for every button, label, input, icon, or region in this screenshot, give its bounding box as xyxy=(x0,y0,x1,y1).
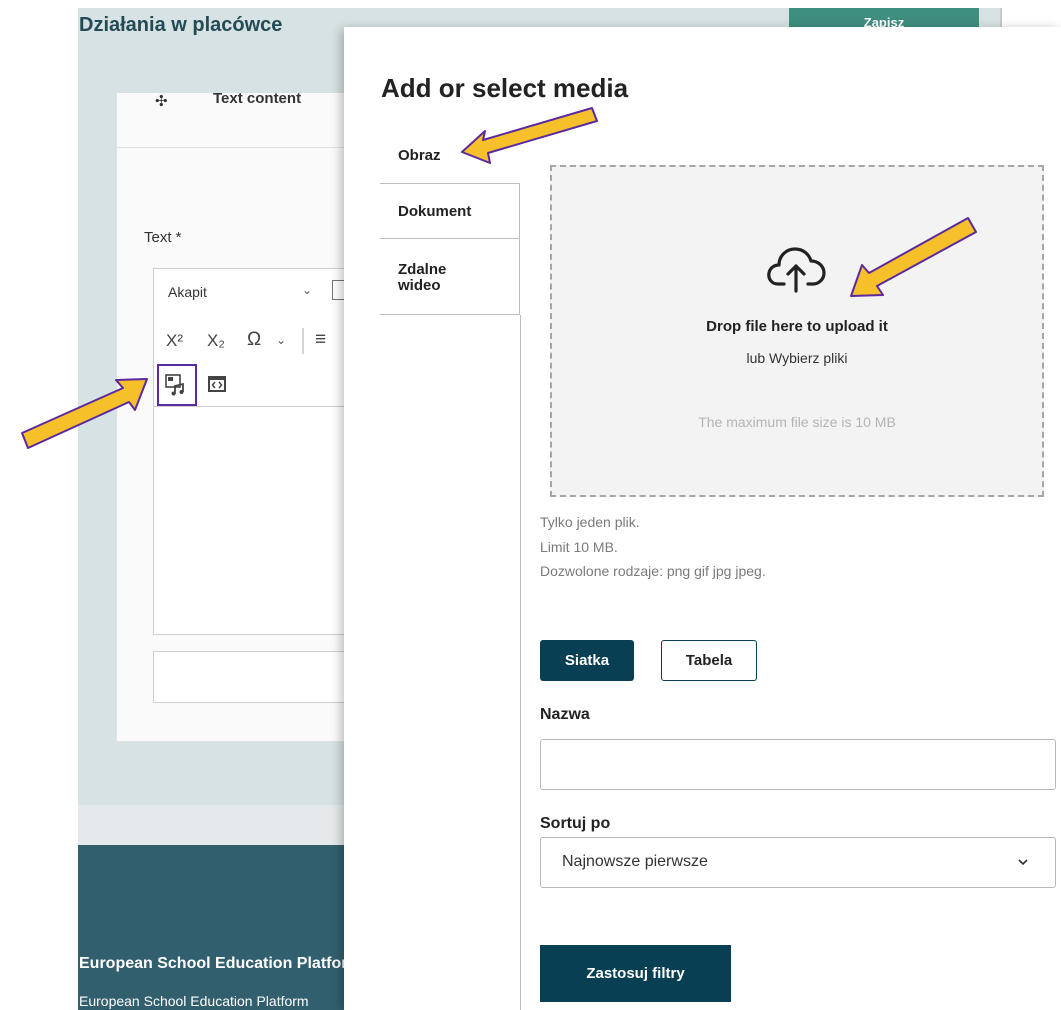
insert-media-icon[interactable] xyxy=(165,374,187,396)
tab-zdalne-wideo[interactable]: Zdalne wideo xyxy=(380,238,520,315)
apply-filters-button[interactable]: Zastosuj filtry xyxy=(540,945,731,1002)
dropzone-main-text: Drop file here to upload it xyxy=(706,318,888,335)
tabs-divider xyxy=(520,315,521,1010)
drag-handle-icon[interactable]: ✣ xyxy=(155,92,168,110)
table-view-button[interactable]: Tabela xyxy=(661,640,757,681)
toolbar-separator xyxy=(302,328,304,354)
superscript-button[interactable]: X² xyxy=(166,331,183,351)
dialog-title: Add or select media xyxy=(381,73,629,103)
source-code-icon[interactable] xyxy=(207,375,227,393)
chevron-down-icon[interactable]: ⌄ xyxy=(302,283,312,297)
upload-help-text: Dozwolone rodzaje: png gif jpg jpeg. xyxy=(540,563,766,579)
sort-label: Sortuj po xyxy=(540,815,611,832)
name-filter-label: Nazwa xyxy=(540,706,590,723)
cloud-upload-icon xyxy=(767,247,826,293)
special-characters-button[interactable]: Ω xyxy=(247,329,261,351)
max-size-hint: The maximum file size is 10 MB xyxy=(698,414,896,430)
choose-files-link[interactable]: lub Wybierz pliki xyxy=(551,350,1043,366)
footer-title: European School Education Platform xyxy=(79,955,344,972)
tab-zdalne-wideo-label: Zdalne wideo xyxy=(398,261,447,294)
sort-selected-value: Najnowsze pierwsze xyxy=(562,853,708,870)
upload-help-text: Tylko jeden plik. xyxy=(540,514,640,530)
paragraph-type-label: Text content xyxy=(213,90,302,107)
name-filter-input[interactable] xyxy=(540,739,1056,790)
format-select[interactable]: Akapit xyxy=(168,284,207,300)
subscript-button[interactable]: X₂ xyxy=(207,331,225,351)
align-button[interactable]: ≡ xyxy=(315,329,326,351)
grid-view-button[interactable]: Siatka xyxy=(540,640,634,681)
text-field-label: Text * xyxy=(144,229,182,246)
chevron-down-icon[interactable]: ⌄ xyxy=(276,333,286,347)
footer-link[interactable]: European School Education Platform xyxy=(79,993,344,1009)
upload-help-text: Limit 10 MB. xyxy=(540,539,618,555)
page-title: Działania w placówce xyxy=(79,14,283,36)
chevron-down-icon[interactable] xyxy=(1016,855,1030,869)
tab-dokument[interactable]: Dokument xyxy=(380,183,520,238)
tab-obraz[interactable]: Obraz xyxy=(380,130,520,182)
